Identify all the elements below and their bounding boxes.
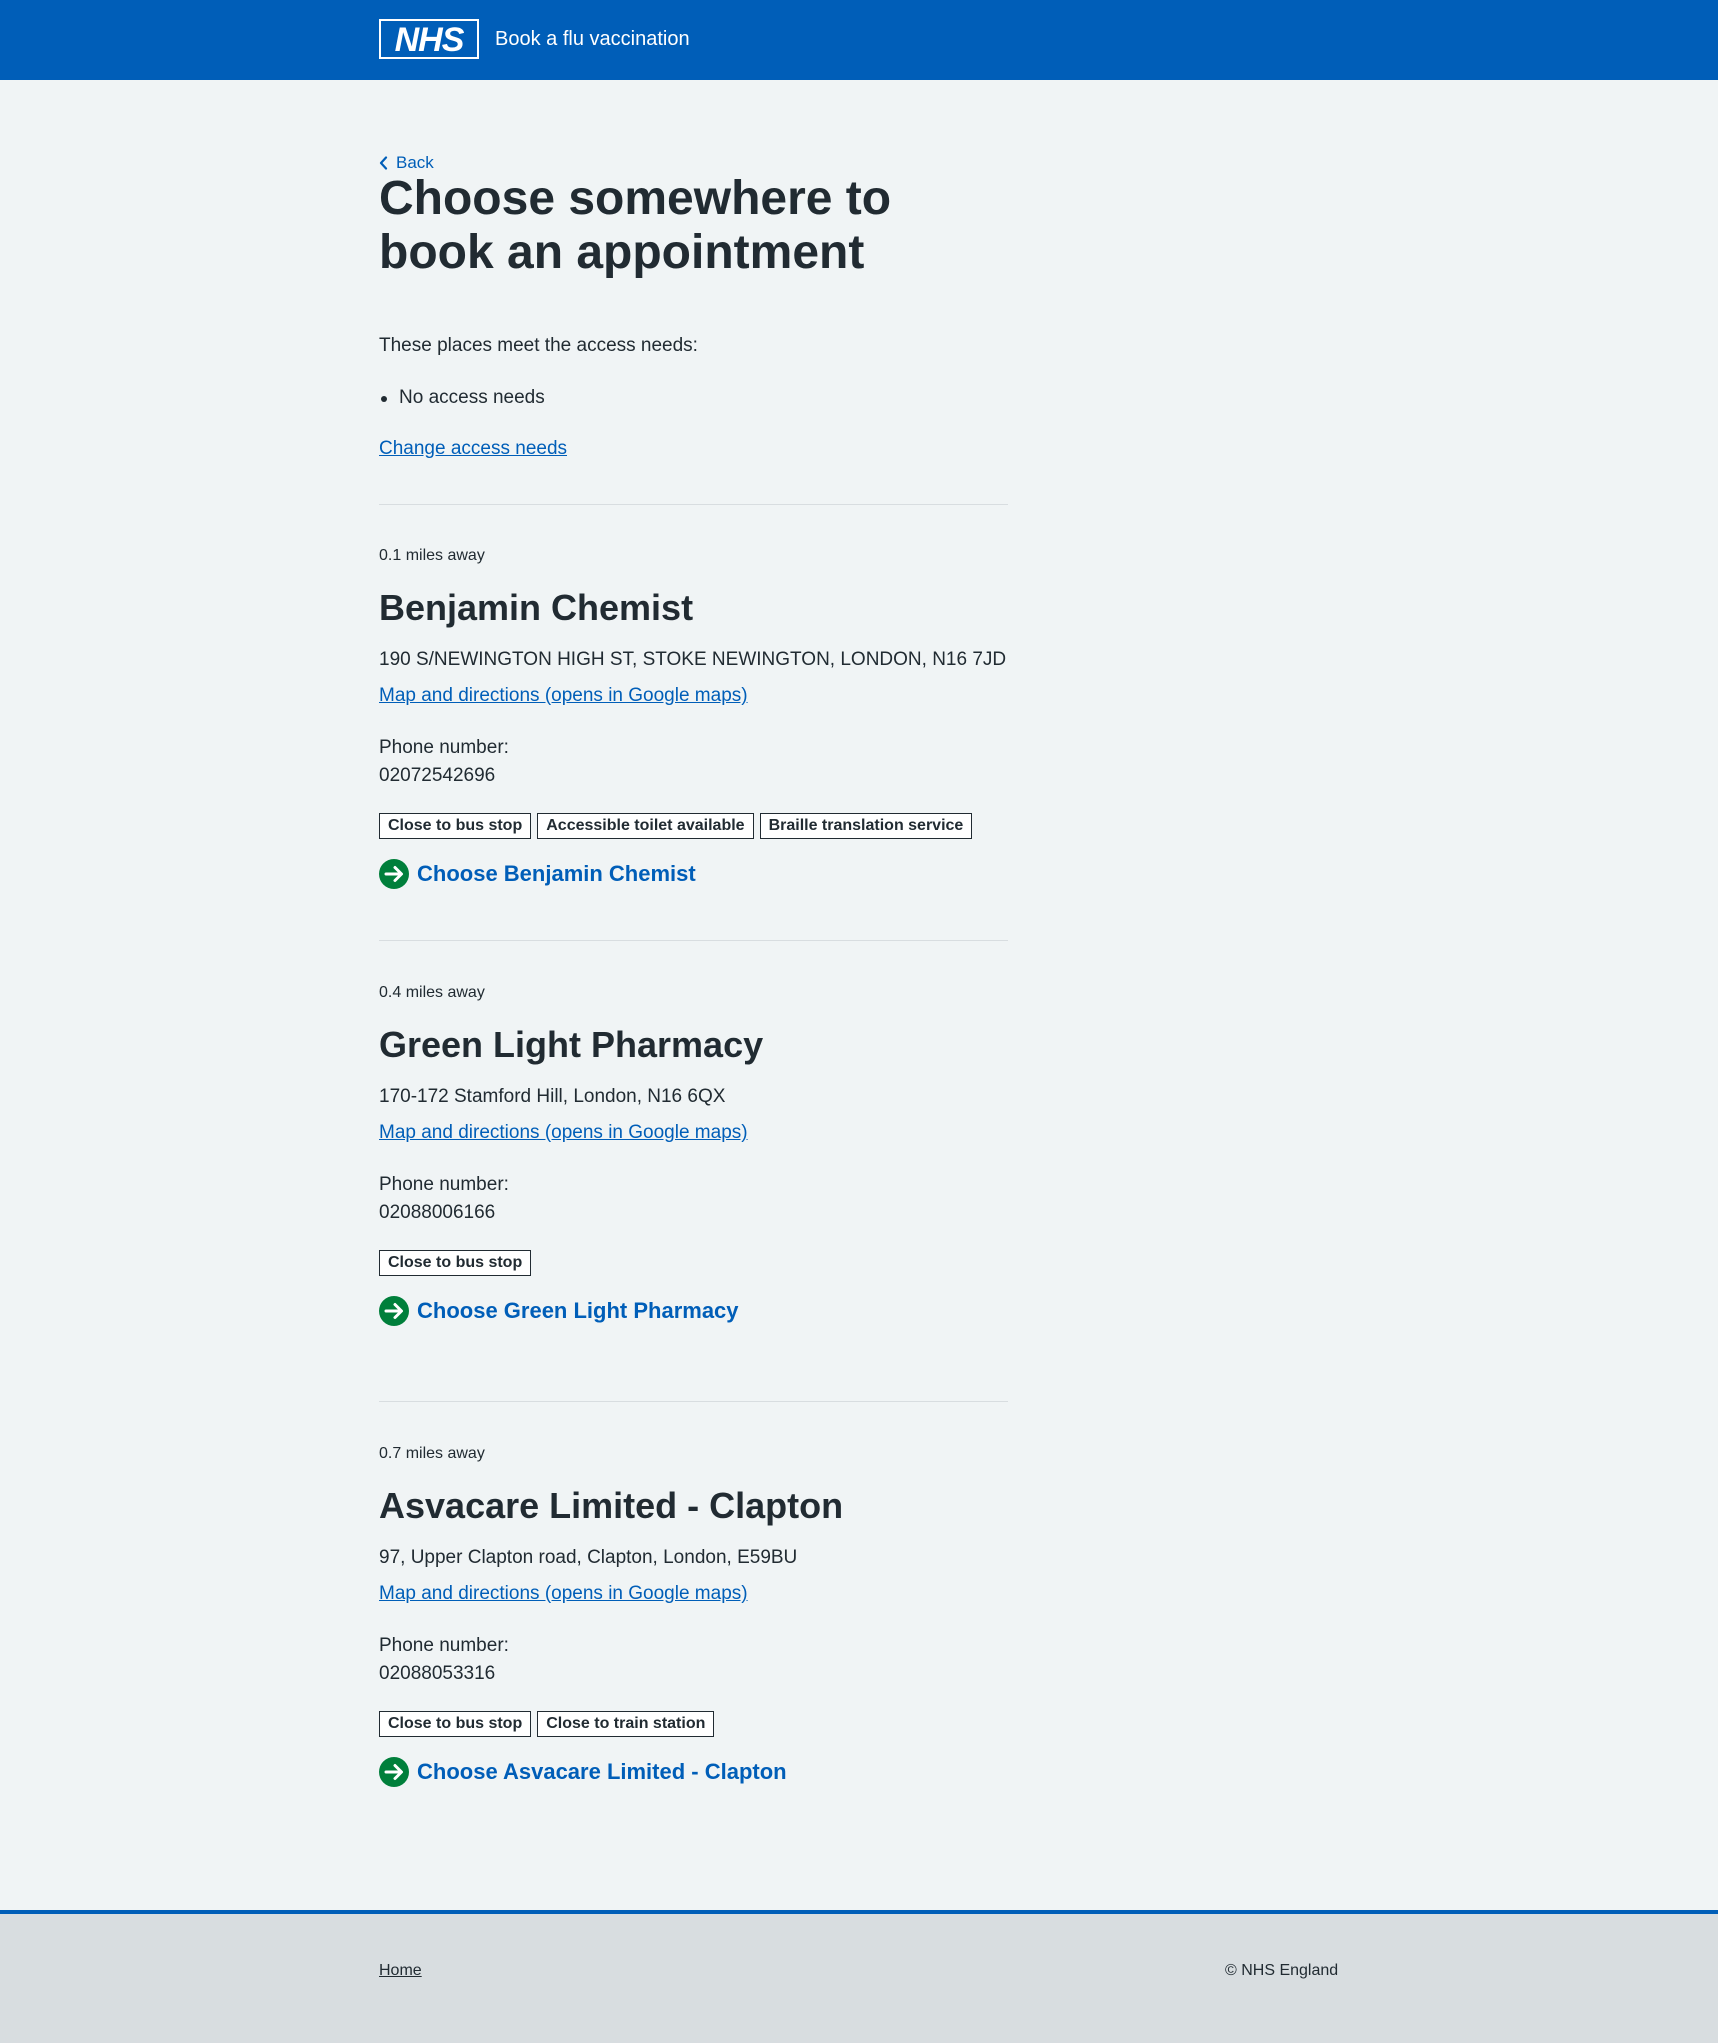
facility-tag: Close to bus stop — [379, 1250, 532, 1276]
phone-number: 02088053316 — [379, 1663, 496, 1684]
distance: 0.1 miles away — [379, 547, 485, 564]
distance: 0.7 miles away — [379, 1445, 485, 1462]
facility-tag: Accessible toilet available — [537, 813, 754, 839]
facility-tag: Braille translation service — [759, 813, 973, 839]
facility-tags: Close to bus stop Close to train station — [379, 1711, 715, 1737]
map-directions-link[interactable]: Map and directions (opens in Google maps… — [379, 1581, 748, 1607]
choose-location-label: Choose Green Light Pharmacy — [417, 1298, 739, 1323]
facility-tags: Close to bus stop — [379, 1250, 532, 1276]
nhs-logo[interactable]: NHS — [379, 19, 479, 59]
distance: 0.4 miles away — [379, 984, 485, 1001]
choose-location-label: Choose Asvacare Limited - Clapton — [417, 1759, 787, 1784]
location-address: 190 S/NEWINGTON HIGH ST, STOKE NEWINGTON… — [379, 649, 1007, 670]
back-link-label: Back — [396, 153, 434, 172]
phone-label: Phone number: — [379, 737, 509, 758]
facility-tags: Close to bus stop Accessible toilet avai… — [379, 813, 973, 839]
phone-number: 02072542696 — [379, 765, 496, 786]
arrow-right-circle-icon — [379, 859, 409, 889]
map-directions-link[interactable]: Map and directions (opens in Google maps… — [379, 1120, 748, 1146]
phone-label: Phone number: — [379, 1635, 509, 1656]
location-address: 97, Upper Clapton road, Clapton, London,… — [379, 1547, 798, 1568]
section-divider — [379, 1401, 1008, 1402]
facility-tag: Close to train station — [537, 1711, 715, 1737]
svg-text:NHS: NHS — [395, 21, 465, 59]
arrow-right-circle-icon — [379, 1296, 409, 1326]
choose-location-label: Choose Benjamin Chemist — [417, 861, 696, 886]
phone-number: 02088006166 — [379, 1202, 496, 1223]
page-title: Choose somewhere to book an appointment — [379, 172, 892, 279]
phone-label: Phone number: — [379, 1174, 509, 1195]
footer-home-link[interactable]: Home — [379, 1960, 422, 1982]
chevron-left-icon — [379, 156, 388, 170]
location-name: Benjamin Chemist — [379, 587, 694, 628]
location-address: 170-172 Stamford Hill, London, N16 6QX — [379, 1086, 726, 1107]
facility-tag: Close to bus stop — [379, 813, 532, 839]
facility-tag: Close to bus stop — [379, 1711, 532, 1737]
choose-location-button[interactable]: Choose Asvacare Limited - Clapton — [379, 1757, 787, 1787]
back-link[interactable]: Back — [379, 152, 434, 174]
access-needs-intro: These places meet the access needs: — [379, 335, 698, 356]
change-access-needs-link[interactable]: Change access needs — [379, 436, 567, 462]
map-directions-link[interactable]: Map and directions (opens in Google maps… — [379, 683, 748, 709]
choose-location-button[interactable]: Choose Green Light Pharmacy — [379, 1296, 739, 1326]
nhs-logo-mark: NHS — [379, 19, 479, 59]
list-item: No access needs — [379, 385, 545, 411]
section-divider — [379, 940, 1008, 941]
service-name[interactable]: Book a flu vaccination — [495, 26, 690, 52]
access-needs-list: No access needs — [379, 385, 545, 411]
section-divider — [379, 504, 1008, 505]
copyright-text: © NHS England — [1225, 1962, 1339, 1979]
choose-location-button[interactable]: Choose Benjamin Chemist — [379, 859, 696, 889]
location-name: Asvacare Limited - Clapton — [379, 1485, 844, 1526]
site-header: NHS Book a flu vaccination — [0, 0, 1718, 80]
arrow-right-circle-icon — [379, 1757, 409, 1787]
location-name: Green Light Pharmacy — [379, 1024, 764, 1065]
site-footer: Home © NHS England — [0, 1910, 1718, 2043]
